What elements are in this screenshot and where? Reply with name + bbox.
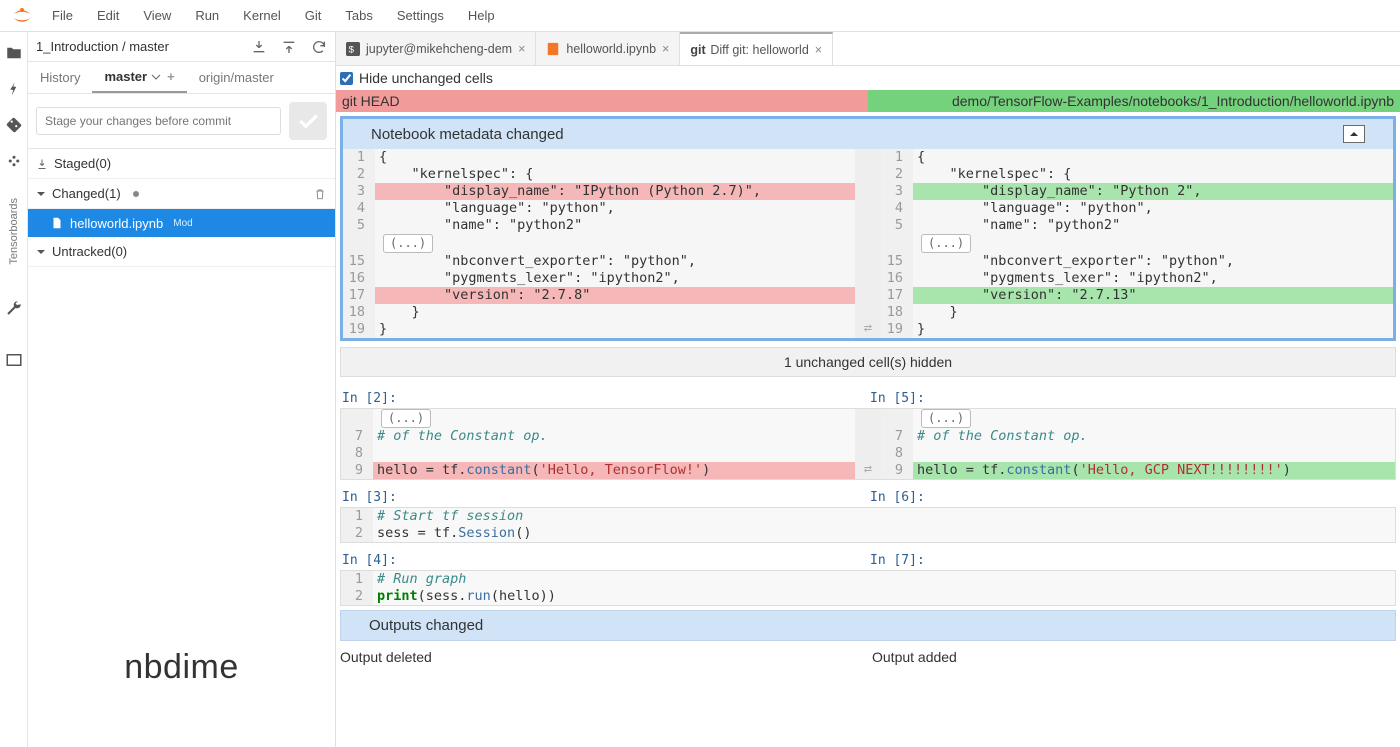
diff-header-right: demo/TensorFlow-Examples/notebooks/1_Int… (868, 90, 1400, 112)
caret-down-icon (36, 247, 46, 257)
git-icon: git (690, 43, 704, 57)
changed-bullet-icon (133, 191, 139, 197)
push-icon[interactable] (281, 39, 297, 55)
changed-file[interactable]: helloworld.ipynb Mod (28, 209, 335, 237)
current-branch-label: master (104, 69, 147, 84)
menu-help[interactable]: Help (456, 1, 507, 31)
in-label-left: In [2]: (342, 391, 866, 406)
commit-message-input[interactable] (36, 107, 281, 135)
hide-unchanged-checkbox[interactable] (340, 72, 353, 85)
commit-button[interactable] (289, 102, 327, 140)
hide-unchanged-row: Hide unchanged cells (336, 66, 1400, 90)
menu-settings[interactable]: Settings (385, 1, 456, 31)
file-icon (50, 216, 64, 230)
cell-diff-3: In [3]: In [6]: 1# Start tf session2sess… (340, 482, 1396, 543)
file-badge: Mod (173, 218, 192, 229)
changed-section[interactable]: Changed(1) (28, 179, 335, 209)
in-label-right: In [6]: (870, 490, 1394, 505)
menu-view[interactable]: View (131, 1, 183, 31)
diff-header-left: git HEAD (336, 90, 868, 112)
diff-header: git HEAD demo/TensorFlow-Examples/notebo… (336, 90, 1400, 112)
hidden-cells-banner[interactable]: 1 unchanged cell(s) hidden (340, 347, 1396, 377)
cell2-left: (...)7# of the Constant op.89hello = tf.… (341, 409, 855, 479)
outputs-labels: Output deleted Output added (336, 645, 1400, 669)
folder-icon[interactable] (5, 44, 23, 62)
tensorboards-tab[interactable]: Tensorboards (8, 198, 20, 265)
tab-label: jupyter@mikehcheng-dem (366, 42, 512, 56)
menu-kernel[interactable]: Kernel (231, 1, 293, 31)
collapse-button[interactable] (1343, 125, 1365, 143)
chevron-down-icon (151, 72, 161, 82)
in-label-left: In [4]: (342, 553, 866, 568)
cell-diff-2: In [2]: In [5]: (...)7# of the Constant … (340, 383, 1396, 480)
jupyter-logo-icon (10, 4, 34, 28)
diff-gutter: ⇄ (855, 409, 881, 479)
close-icon[interactable]: × (662, 42, 669, 56)
diff-view: Hide unchanged cells git HEAD demo/Tenso… (336, 66, 1400, 747)
staged-section[interactable]: Staged(0) (28, 149, 335, 179)
tab-label: helloworld.ipynb (566, 42, 656, 56)
download-icon (36, 158, 48, 170)
tab-remote-branch[interactable]: origin/master (187, 62, 286, 93)
untracked-section[interactable]: Untracked(0) (28, 237, 335, 267)
tab-history[interactable]: History (28, 62, 92, 93)
outputs-diff-section: Outputs changed (340, 610, 1396, 641)
close-icon[interactable]: × (518, 42, 525, 56)
cell4-body: 1# Run graph2print(sess.run(hello)) (341, 571, 1395, 605)
sidebar-header: 1_Introduction / master (28, 32, 335, 62)
menu-file[interactable]: File (40, 1, 85, 31)
output-added-label: Output added (868, 645, 1400, 669)
svg-text:$: $ (349, 44, 355, 55)
refresh-icon[interactable] (311, 39, 327, 55)
metadata-left-pane: 1{2 "kernelspec": {3 "display_name": "IP… (343, 149, 855, 338)
menu-tabs[interactable]: Tabs (333, 1, 384, 31)
branch-tabs: History master + origin/master (28, 62, 335, 94)
changed-label: Changed(1) (52, 186, 121, 201)
notebook-icon (546, 42, 560, 56)
tab-helloworld-ipynb[interactable]: helloworld.ipynb × (536, 32, 680, 65)
tab-jupyter-mikehcheng-dem[interactable]: $ jupyter@mikehcheng-dem × (336, 32, 536, 65)
tabs-icon[interactable] (5, 351, 23, 369)
document-tabs: $jupyter@mikehcheng-dem×helloworld.ipynb… (336, 32, 1400, 66)
staged-label: Staged(0) (54, 156, 111, 171)
in-label-right: In [7]: (870, 553, 1394, 568)
new-branch-icon[interactable]: + (167, 69, 175, 84)
git-icon[interactable] (5, 116, 23, 134)
cell-diff-4: In [4]: In [7]: 1# Run graph2print(sess.… (340, 545, 1396, 606)
main-content: $jupyter@mikehcheng-dem×helloworld.ipynb… (336, 32, 1400, 747)
activity-bar: Tensorboards (0, 32, 28, 747)
outputs-title: Outputs changed (369, 617, 483, 634)
menu-bar: FileEditViewRunKernelGitTabsSettingsHelp (0, 0, 1400, 32)
menu-edit[interactable]: Edit (85, 1, 131, 31)
cell2-right: (...)7# of the Constant op.89hello = tf.… (881, 409, 1395, 479)
tab-diff-git-helloworld[interactable]: git Diff git: helloworld × (680, 32, 833, 65)
tab-current-branch[interactable]: master + (92, 62, 186, 93)
terminal-icon: $ (346, 42, 360, 56)
menu-run[interactable]: Run (183, 1, 231, 31)
metadata-diff-section: Notebook metadata changed 1{2 "kernelspe… (340, 116, 1396, 341)
git-sidebar: 1_Introduction / master History master +… (28, 32, 336, 747)
commands-icon[interactable] (5, 152, 23, 170)
untracked-label: Untracked(0) (52, 244, 127, 259)
menu-git[interactable]: Git (293, 1, 334, 31)
output-deleted-label: Output deleted (336, 645, 868, 669)
close-icon[interactable]: × (815, 43, 822, 57)
caret-down-icon (36, 189, 46, 199)
wrench-icon[interactable] (5, 299, 23, 317)
hide-unchanged-label: Hide unchanged cells (359, 70, 493, 86)
in-label-left: In [3]: (342, 490, 866, 505)
cell3-body: 1# Start tf session2sess = tf.Session() (341, 508, 1395, 542)
pull-icon[interactable] (251, 39, 267, 55)
running-icon[interactable] (5, 80, 23, 98)
diff-gutter: ⇄ (855, 149, 881, 338)
repo-path: 1_Introduction / master (36, 39, 237, 54)
metadata-title: Notebook metadata changed (371, 126, 564, 143)
tab-label: Diff git: helloworld (710, 43, 808, 57)
in-label-right: In [5]: (870, 391, 1394, 406)
file-label: helloworld.ipynb (70, 216, 163, 231)
discard-icon[interactable] (313, 187, 327, 201)
commit-area (28, 94, 335, 149)
metadata-right-pane: 1{2 "kernelspec": {3 "display_name": "Py… (881, 149, 1393, 338)
watermark: nbdime (28, 648, 335, 687)
